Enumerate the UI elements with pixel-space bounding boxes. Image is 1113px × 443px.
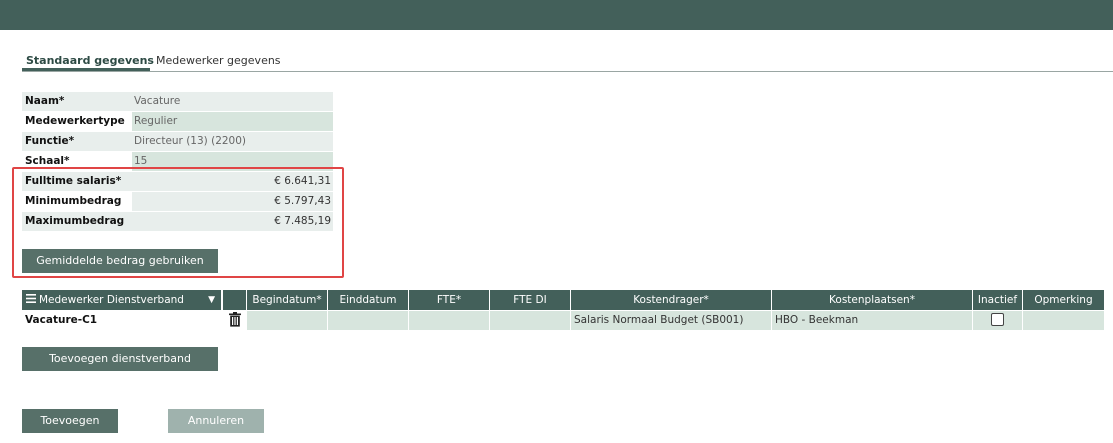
inactief-checkbox[interactable] (991, 313, 1004, 326)
highlight-frame (12, 167, 344, 278)
cell-fte-di[interactable] (490, 311, 571, 330)
functie-field[interactable]: Directeur (13) (2200) (132, 132, 333, 151)
form-row-medewerkertype: Medewerkertype Regulier (22, 112, 333, 132)
schaal-label: Schaal* (25, 155, 70, 167)
form-row-functie: Functie* Directeur (13) (2200) (22, 132, 333, 152)
naam-label: Naam* (25, 95, 65, 107)
cell-opmerking[interactable] (1023, 311, 1104, 330)
hamburger-icon[interactable] (26, 290, 36, 310)
cell-medewerker: Vacature-C1 (22, 311, 223, 330)
add-button[interactable]: Toevoegen (22, 409, 118, 433)
add-dienstverband-button[interactable]: Toevoegen dienstverband (22, 347, 218, 371)
column-actions (223, 290, 247, 310)
column-fte[interactable]: FTE* (409, 290, 490, 310)
tab-bar: Standaard gegevens Medewerker gegevens (22, 52, 1113, 72)
column-kostenplaats[interactable]: Kostenplaatsen* (772, 290, 973, 310)
cell-einddatum[interactable] (328, 311, 409, 330)
tab-medewerker-gegevens[interactable]: Medewerker gegevens (156, 54, 281, 71)
caret-down-icon[interactable]: ▼ (208, 290, 215, 310)
column-fte-di[interactable]: FTE DI (490, 290, 571, 310)
column-begindatum[interactable]: Begindatum* (247, 290, 328, 310)
column-kostendrager[interactable]: Kostendrager* (571, 290, 772, 310)
cell-fte[interactable] (409, 311, 490, 330)
functie-label: Functie* (25, 135, 75, 147)
top-bar (0, 0, 1113, 30)
tab-standaard-gegevens[interactable]: Standaard gegevens (22, 54, 154, 71)
table-row: Vacature-C1 Salaris Normaal Budget (SB00… (22, 311, 1104, 330)
naam-field[interactable]: Vacature (132, 92, 333, 111)
cell-begindatum[interactable] (247, 311, 328, 330)
column-medewerker-dienstverband[interactable]: Medewerker Dienstverband ▼ (22, 290, 222, 310)
cell-kostendrager[interactable]: Salaris Normaal Budget (SB001) (571, 311, 772, 330)
form-row-naam: Naam* Vacature (22, 92, 333, 112)
cell-kostenplaats[interactable]: HBO - Beekman (772, 311, 973, 330)
column-label: Medewerker Dienstverband (39, 294, 184, 306)
column-inactief[interactable]: Inactief (973, 290, 1023, 310)
medewerkertype-field[interactable]: Regulier (132, 112, 333, 131)
grid-header: Medewerker Dienstverband ▼ Begindatum* E… (22, 290, 1104, 310)
column-einddatum[interactable]: Einddatum (328, 290, 409, 310)
medewerkertype-label: Medewerkertype (25, 115, 125, 127)
trash-icon[interactable] (229, 312, 241, 327)
cancel-button[interactable]: Annuleren (168, 409, 264, 433)
column-opmerking[interactable]: Opmerking (1023, 290, 1104, 310)
